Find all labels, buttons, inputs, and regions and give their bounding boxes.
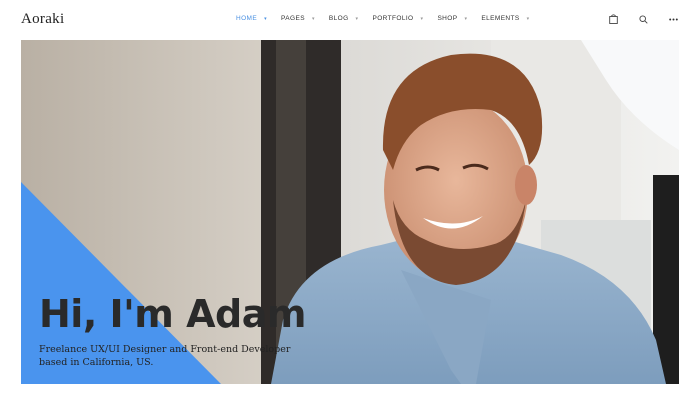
chevron-down-icon: ▾ bbox=[526, 15, 530, 22]
site-header: Aoraki HOME ▾ PAGES ▾ BLOG ▾ PORTFOLIO ▾… bbox=[0, 0, 700, 40]
nav-item-label: HOME bbox=[236, 15, 258, 22]
main-nav: HOME ▾ PAGES ▾ BLOG ▾ PORTFOLIO ▾ SHOP ▾… bbox=[236, 15, 544, 22]
chevron-down-icon: ▾ bbox=[420, 15, 424, 22]
shopping-bag-icon[interactable] bbox=[607, 13, 619, 25]
nav-item-label: PAGES bbox=[281, 15, 305, 22]
chevron-down-icon: ▾ bbox=[264, 15, 268, 22]
nav-item-label: ELEMENTS bbox=[481, 15, 520, 22]
nav-item-blog[interactable]: BLOG ▾ bbox=[329, 15, 359, 22]
more-dots-icon[interactable] bbox=[667, 13, 679, 25]
site-logo[interactable]: Aoraki bbox=[21, 11, 64, 28]
chevron-down-icon: ▾ bbox=[464, 15, 468, 22]
nav-item-portfolio[interactable]: PORTFOLIO ▾ bbox=[372, 15, 423, 22]
hero-subtitle: Freelance UX/UI Designer and Front-end D… bbox=[39, 343, 291, 369]
chevron-down-icon: ▾ bbox=[311, 15, 315, 22]
search-icon[interactable] bbox=[637, 13, 649, 25]
chevron-down-icon: ▾ bbox=[355, 15, 359, 22]
nav-item-label: SHOP bbox=[437, 15, 458, 22]
nav-item-label: BLOG bbox=[328, 15, 349, 22]
hero-title: Hi, I'm Adam bbox=[39, 292, 306, 336]
nav-item-shop[interactable]: SHOP ▾ bbox=[437, 15, 467, 22]
header-icons bbox=[607, 13, 679, 25]
nav-item-elements[interactable]: ELEMENTS ▾ bbox=[481, 15, 529, 22]
hero-subtitle-line2: based in California, US. bbox=[39, 357, 154, 368]
hero-subtitle-line1: Freelance UX/UI Designer and Front-end D… bbox=[39, 344, 291, 355]
hero-section: Hi, I'm Adam Freelance UX/UI Designer an… bbox=[21, 40, 679, 384]
nav-item-label: PORTFOLIO bbox=[372, 15, 414, 22]
nav-item-home[interactable]: HOME ▾ bbox=[236, 15, 267, 22]
nav-item-pages[interactable]: PAGES ▾ bbox=[281, 15, 315, 22]
